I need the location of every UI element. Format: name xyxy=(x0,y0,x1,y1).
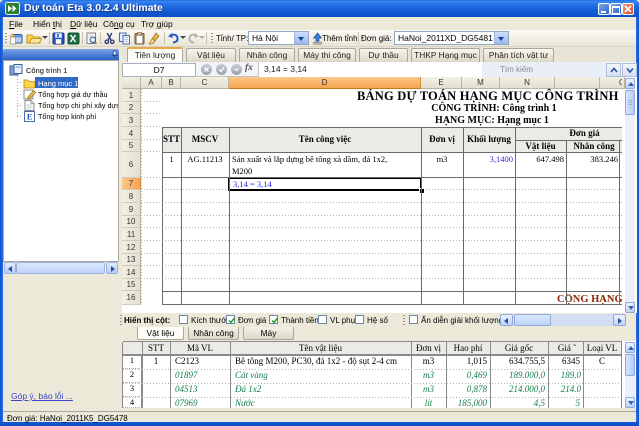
svg-text:E: E xyxy=(27,113,32,122)
